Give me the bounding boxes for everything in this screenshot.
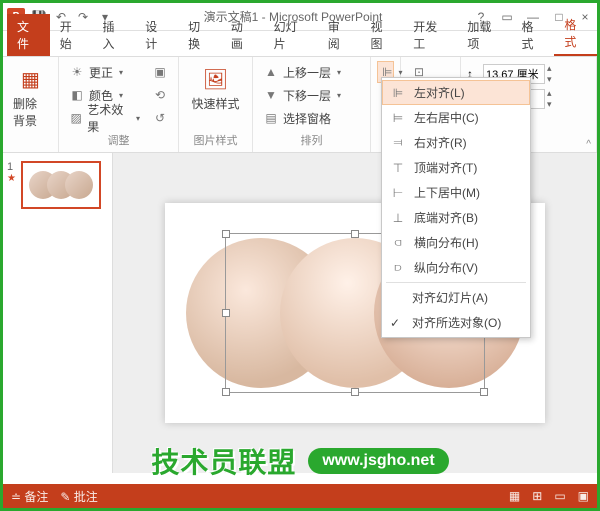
resize-handle[interactable]	[222, 230, 230, 238]
tab-view[interactable]: 视图	[361, 14, 404, 56]
reset-icon: ↺	[152, 110, 168, 126]
compress-icon: ▣	[152, 64, 168, 80]
resize-handle[interactable]	[222, 388, 230, 396]
group-picture-styles-label: 图片样式	[185, 132, 246, 148]
tab-animations[interactable]: 动画	[221, 14, 264, 56]
menu-align-middle-v[interactable]: ⊢上下居中(M)	[382, 180, 530, 205]
tab-review[interactable]: 审阅	[318, 14, 361, 56]
tab-design[interactable]: 设计	[135, 14, 178, 56]
distribute-h-icon: ⫏	[390, 235, 406, 251]
align-center-h-icon: ⊨	[390, 110, 406, 126]
distribute-v-icon: ⫐	[390, 260, 406, 276]
selection-pane-button[interactable]: ▤选择窗格	[259, 107, 345, 129]
align-bottom-icon: ⊥	[390, 210, 406, 226]
tab-addins[interactable]: 加载项	[457, 14, 511, 56]
tab-format2[interactable]: 格式	[554, 12, 597, 56]
slide-thumbnail-panel: 1 ★	[3, 153, 113, 473]
reading-view-icon[interactable]: ▭	[554, 489, 565, 503]
align-left-icon: ⊫	[390, 85, 406, 101]
spinner-icon[interactable]: ▴▾	[547, 63, 552, 85]
align-middle-v-icon: ⊢	[390, 185, 406, 201]
thumbnail-number: 1	[7, 161, 17, 173]
collapse-ribbon-icon[interactable]: ^	[586, 139, 591, 150]
tab-file[interactable]: 文件	[7, 14, 50, 56]
tab-transitions[interactable]: 切换	[178, 14, 221, 56]
normal-view-icon[interactable]: ▦	[509, 489, 520, 503]
status-bar: ≐ 备注 ✎ 批注 ▦ ⊞ ▭ ▣	[3, 484, 597, 508]
resize-handle[interactable]	[351, 230, 359, 238]
brightness-icon: ☀	[69, 64, 85, 80]
menu-align-right[interactable]: ⫤右对齐(R)	[382, 130, 530, 155]
menu-distribute-h[interactable]: ⫏横向分布(H)	[382, 230, 530, 255]
sorter-view-icon[interactable]: ⊞	[532, 489, 542, 503]
change-picture-button[interactable]: ⟲	[148, 84, 172, 106]
bring-forward-button[interactable]: ▲上移一层▾	[259, 61, 345, 83]
menu-align-center-h[interactable]: ⊨左右居中(C)	[382, 105, 530, 130]
menu-align-top[interactable]: ⊤顶端对齐(T)	[382, 155, 530, 180]
selection-pane-icon: ▤	[263, 110, 279, 126]
menu-align-to-slide[interactable]: 对齐幻灯片(A)	[382, 285, 530, 310]
notes-button[interactable]: ≐ 备注	[11, 488, 48, 505]
resize-handle[interactable]	[351, 388, 359, 396]
resize-handle[interactable]	[222, 309, 230, 317]
bring-forward-icon: ▲	[263, 64, 279, 80]
quick-styles-button[interactable]: 🖼 快速样式	[185, 61, 246, 114]
check-icon: ✓	[390, 316, 404, 330]
comments-button[interactable]: ✎ 批注	[60, 488, 97, 505]
tab-developer[interactable]: 开发工	[403, 14, 457, 56]
tab-slideshow[interactable]: 幻灯片	[264, 14, 318, 56]
animation-star-icon: ★	[7, 173, 17, 184]
spinner-icon[interactable]: ▴▾	[547, 88, 552, 110]
align-dropdown-menu: ⊫左对齐(L) ⊨左右居中(C) ⫤右对齐(R) ⊤顶端对齐(T) ⊢上下居中(…	[381, 77, 531, 338]
menu-distribute-v[interactable]: ⫐纵向分布(V)	[382, 255, 530, 280]
slideshow-view-icon[interactable]: ▣	[578, 489, 589, 503]
color-icon: ◧	[69, 87, 85, 103]
send-backward-button[interactable]: ▼下移一层▾	[259, 84, 345, 106]
resize-handle[interactable]	[480, 388, 488, 396]
tab-format1[interactable]: 格式	[512, 14, 555, 56]
tab-home[interactable]: 开始	[50, 14, 93, 56]
corrections-button[interactable]: ☀更正▾	[65, 61, 144, 83]
align-right-icon: ⫤	[390, 135, 406, 151]
slide-thumbnail[interactable]	[21, 161, 101, 209]
align-top-icon: ⊤	[390, 160, 406, 176]
group-adjust-label: 调整	[65, 132, 172, 148]
quick-styles-icon: 🖼	[200, 63, 232, 95]
remove-background-button[interactable]: ▦ 删除背景	[9, 61, 52, 131]
compress-button[interactable]: ▣	[148, 61, 172, 83]
change-pic-icon: ⟲	[152, 87, 168, 103]
artistic-effects-button[interactable]: ▨艺术效果▾	[65, 107, 144, 129]
reset-picture-button[interactable]: ↺	[148, 107, 172, 129]
send-backward-icon: ▼	[263, 87, 279, 103]
tab-insert[interactable]: 插入	[93, 14, 136, 56]
artistic-icon: ▨	[69, 110, 83, 126]
menu-align-to-selection[interactable]: ✓对齐所选对象(O)	[382, 310, 530, 335]
group-arrange-label: 排列	[259, 132, 364, 148]
remove-bg-icon: ▦	[15, 63, 47, 95]
menu-align-left[interactable]: ⊫左对齐(L)	[382, 80, 530, 105]
menu-align-bottom[interactable]: ⊥底端对齐(B)	[382, 205, 530, 230]
